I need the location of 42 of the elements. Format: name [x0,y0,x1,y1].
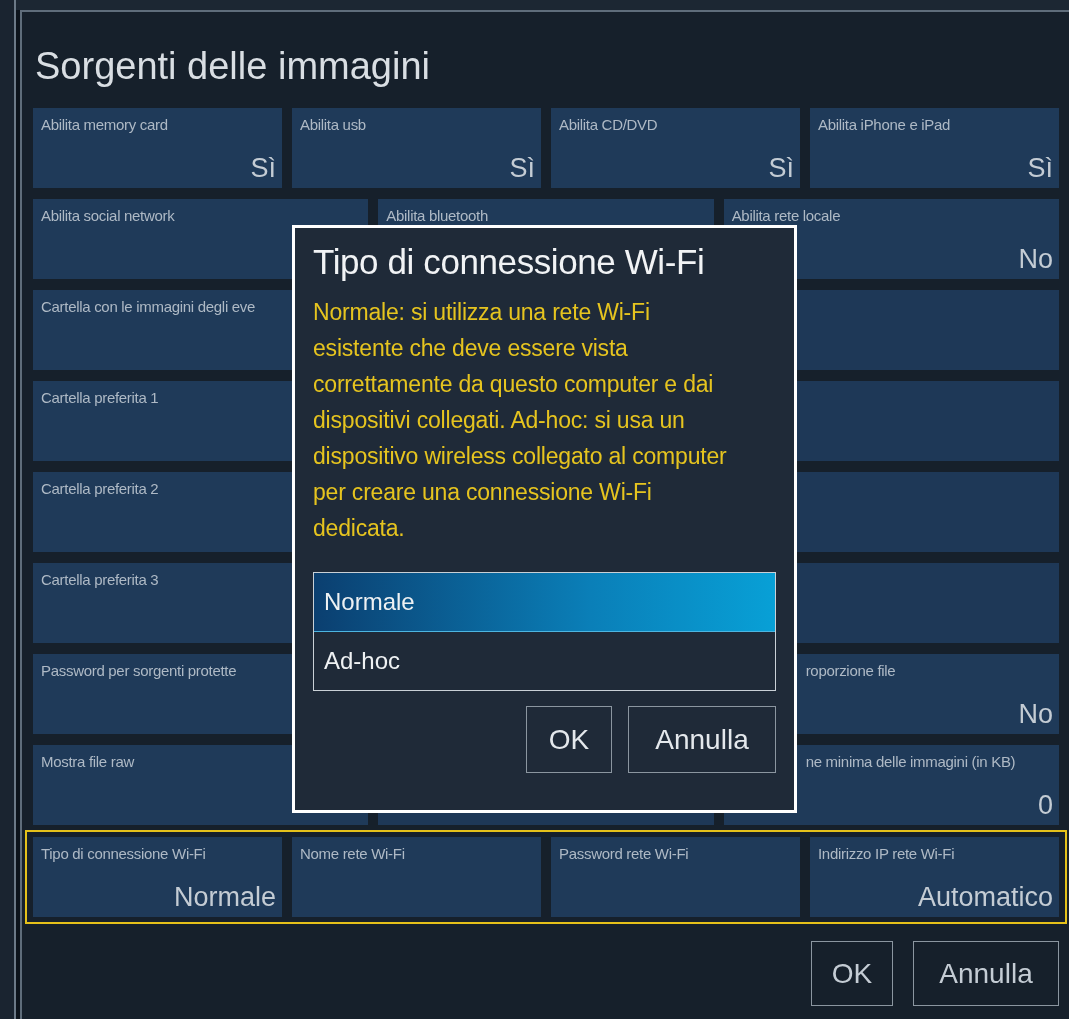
setting-value: Sì [250,153,276,184]
panel-title: Sorgenti delle immagini [34,44,431,89]
setting-label: roporzione file [804,662,896,679]
setting-value: No [1018,244,1053,275]
setting-value: Normale [173,882,276,913]
ok-button[interactable]: OK [811,941,893,1006]
setting-tile[interactable]: Abilita memory card Sì [33,108,282,188]
setting-label: Abilita rete locale [731,207,841,224]
setting-tile[interactable]: Nome rete Wi-Fi [292,837,541,917]
setting-label: Abilita CD/DVD [559,116,658,133]
ok-button[interactable]: OK [526,706,612,773]
setting-label: Cartella preferita 2 [41,480,159,497]
cancel-button[interactable]: Annulla [913,941,1059,1006]
setting-label: Abilita usb [300,116,366,133]
cancel-button[interactable]: Annulla [628,706,776,773]
option-item[interactable]: Normale [314,573,775,632]
setting-label: Abilita memory card [41,116,168,133]
setting-label: Mostra file raw [41,753,135,770]
setting-label: Abilita bluetooth [386,207,488,224]
setting-label: Indirizzo IP rete Wi-Fi [818,845,955,862]
setting-tile[interactable]: Password rete Wi-Fi [551,837,800,917]
setting-label: Password rete Wi-Fi [559,845,689,862]
setting-label: Password per sorgenti protette [41,662,237,679]
setting-label: Tipo di connessione Wi-Fi [41,845,206,862]
setting-label: Cartella con le immagini degli eve [41,298,256,315]
setting-label: Abilita social network [41,207,175,224]
setting-label: ne minima delle immagini (in KB) [804,753,1016,770]
setting-label: Cartella preferita 1 [41,389,159,406]
setting-value: Sì [509,153,535,184]
setting-value: No [1018,699,1053,730]
setting-tile[interactable]: Tipo di connessione Wi-Fi Normale [33,837,282,917]
setting-value: Automatico [917,882,1053,913]
setting-tile[interactable]: Indirizzo IP rete Wi-Fi Automatico [810,837,1059,917]
setting-tile[interactable]: Abilita CD/DVD Sì [551,108,800,188]
setting-tile[interactable]: Abilita iPhone e iPad Sì [810,108,1059,188]
setting-value: Sì [1027,153,1053,184]
setting-value: Sì [768,153,794,184]
setting-tile[interactable]: Abilita usb Sì [292,108,541,188]
setting-label: Nome rete Wi-Fi [300,845,405,862]
setting-value: 0 [1037,790,1053,821]
setting-label: Abilita iPhone e iPad [818,116,951,133]
setting-label: Cartella preferita 3 [41,571,159,588]
